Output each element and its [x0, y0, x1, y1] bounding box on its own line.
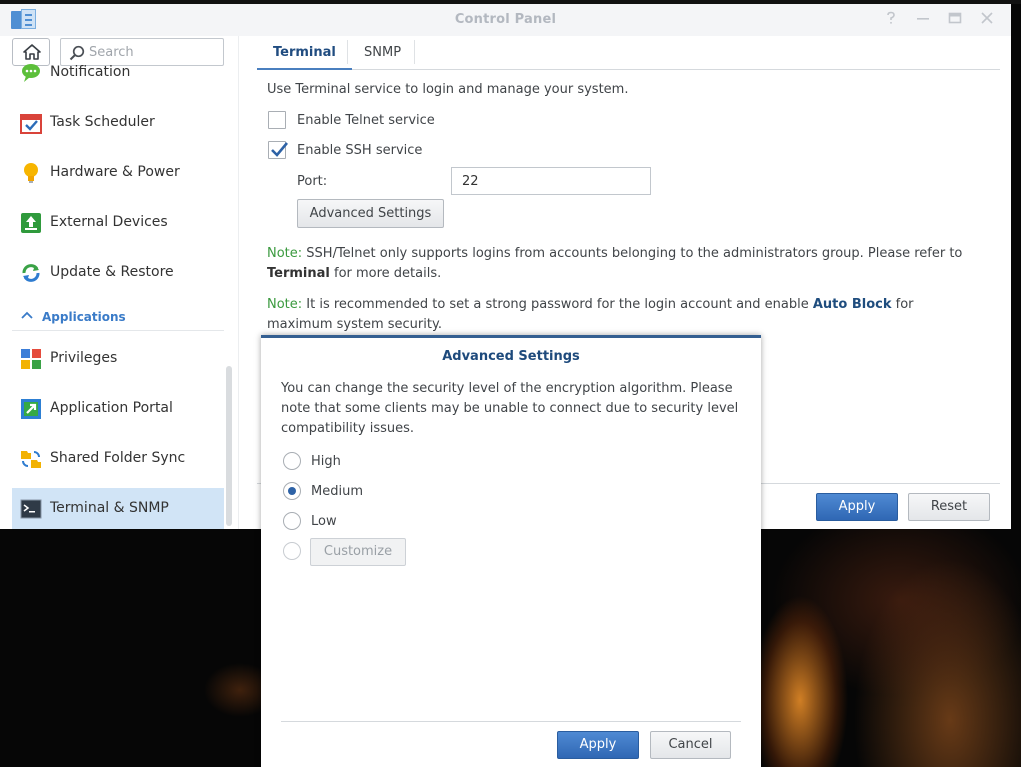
- radio-customize[interactable]: [283, 542, 301, 560]
- close-icon[interactable]: [977, 10, 997, 30]
- note-lead: Note:: [267, 246, 303, 261]
- window-title: Control Panel: [454, 12, 557, 27]
- terminal-icon: [20, 499, 42, 519]
- sidebar-item-hardware-power[interactable]: Hardware & Power: [12, 152, 224, 196]
- tab-terminal[interactable]: Terminal: [257, 36, 352, 70]
- reset-button[interactable]: Reset: [908, 493, 990, 521]
- sidebar-item-label: Notification: [50, 64, 131, 80]
- radio-label-low: Low: [311, 514, 337, 529]
- sidebar-item-update-restore[interactable]: Update & Restore: [12, 252, 224, 296]
- sidebar-item-label: Privileges: [50, 350, 118, 366]
- checkmark-icon: [271, 142, 288, 157]
- advanced-settings-button[interactable]: Advanced Settings: [297, 199, 444, 228]
- sidebar-item-external-devices[interactable]: External Devices: [12, 202, 224, 246]
- customize-button[interactable]: Customize: [310, 538, 406, 566]
- note-text: for more details.: [329, 266, 442, 281]
- radio-low[interactable]: [283, 512, 301, 530]
- title-bar[interactable]: Control Panel: [0, 4, 1011, 36]
- sidebar-scrollbar[interactable]: [226, 366, 232, 526]
- telnet-checkbox[interactable]: [268, 111, 286, 129]
- note-text: SSH/Telnet only supports logins from acc…: [302, 246, 963, 261]
- apply-button[interactable]: Apply: [816, 493, 898, 521]
- sidebar-item-task-scheduler[interactable]: Task Scheduler: [12, 102, 224, 146]
- help-icon[interactable]: [881, 10, 901, 30]
- tab-bar: Terminal SNMP: [257, 36, 1000, 70]
- dialog-apply-button[interactable]: Apply: [557, 731, 639, 759]
- privileges-icon: [21, 349, 41, 369]
- note-password: Note: It is recommended to set a strong …: [267, 295, 967, 335]
- advanced-settings-dialog: Advanced Settings You can change the sec…: [261, 335, 761, 767]
- note-lead: Note:: [267, 297, 303, 312]
- sidebar-item-application-portal[interactable]: Application Portal: [12, 388, 224, 432]
- task-scheduler-icon: [20, 114, 42, 134]
- terminal-link[interactable]: Terminal: [267, 266, 330, 281]
- shared-folder-sync-icon: [21, 451, 41, 468]
- radio-label-medium: Medium: [311, 484, 363, 499]
- dialog-cancel-button[interactable]: Cancel: [650, 731, 731, 759]
- sidebar-item-label: Update & Restore: [50, 264, 174, 280]
- port-input[interactable]: [451, 167, 651, 195]
- port-label: Port:: [297, 174, 328, 189]
- terminal-intro: Use Terminal service to login and manage…: [267, 82, 629, 97]
- note-ssh-telnet: Note: SSH/Telnet only supports logins fr…: [267, 244, 967, 284]
- maximize-icon[interactable]: [945, 10, 965, 30]
- lightbulb-icon: [24, 163, 38, 183]
- section-label: Applications: [42, 310, 126, 324]
- sidebar-item-label: Terminal & SNMP: [50, 500, 169, 516]
- sidebar-item-label: Task Scheduler: [50, 114, 155, 130]
- notification-icon: [22, 64, 40, 82]
- radio-high[interactable]: [283, 452, 301, 470]
- sidebar-item-privileges[interactable]: Privileges: [12, 338, 224, 382]
- auto-block-link[interactable]: Auto Block: [813, 297, 892, 312]
- dialog-footer-divider: [281, 721, 741, 722]
- sidebar-item-label: Application Portal: [50, 400, 173, 416]
- note-text: It is recommended to set a strong passwo…: [302, 297, 813, 312]
- sidebar-item-label: Shared Folder Sync: [50, 450, 186, 466]
- radio-medium[interactable]: [283, 482, 301, 500]
- sidebar-item-shared-folder-sync[interactable]: Shared Folder Sync: [12, 438, 224, 482]
- application-portal-icon: [21, 399, 41, 419]
- external-devices-icon: [21, 213, 41, 233]
- sidebar-item-terminal-snmp[interactable]: Terminal & SNMP: [12, 488, 224, 529]
- tab-divider: [414, 40, 415, 64]
- radio-label-high: High: [311, 454, 341, 469]
- chevron-up-icon: [21, 311, 33, 319]
- update-restore-icon: [22, 264, 40, 282]
- ssh-label: Enable SSH service: [297, 143, 423, 158]
- minimize-icon[interactable]: [913, 10, 933, 30]
- tab-snmp[interactable]: SNMP: [348, 36, 417, 70]
- sidebar: Notification Task Scheduler Hardware & P…: [0, 36, 238, 529]
- sidebar-item-label: External Devices: [50, 214, 168, 230]
- telnet-label: Enable Telnet service: [297, 113, 435, 128]
- section-applications[interactable]: Applications: [12, 303, 224, 331]
- sidebar-item-notification[interactable]: Notification: [12, 52, 224, 96]
- dialog-title: Advanced Settings: [442, 349, 580, 364]
- ssh-checkbox[interactable]: [268, 141, 288, 159]
- dialog-description: You can change the security level of the…: [281, 381, 739, 436]
- sidebar-item-label: Hardware & Power: [50, 164, 180, 180]
